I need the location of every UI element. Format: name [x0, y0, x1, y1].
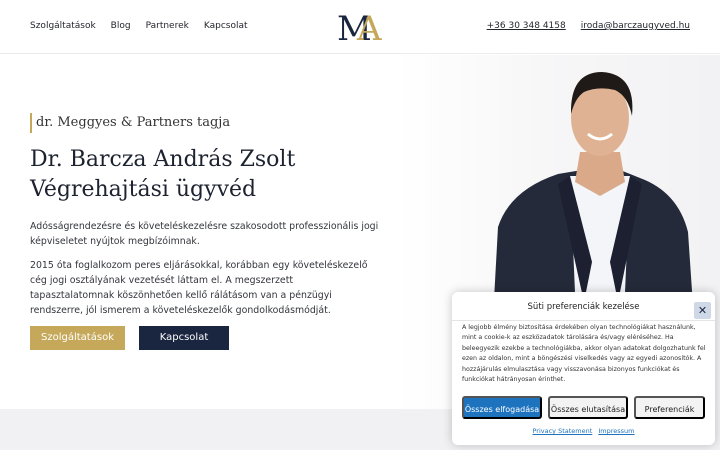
- cookie-dialog: Süti preferenciák kezelése ✕ A legjobb é…: [452, 292, 715, 445]
- nav-item-contact[interactable]: Kapcsolat: [204, 20, 248, 32]
- nav-item-partners[interactable]: Partnerek: [146, 20, 189, 32]
- hero-title: Dr. Barcza András Zsolt Végrehajtási ügy…: [30, 145, 295, 205]
- accept-all-button[interactable]: Összes elfogadása: [462, 396, 542, 419]
- site-logo[interactable]: M A: [337, 9, 385, 45]
- impressum-link[interactable]: Impressum: [598, 427, 634, 435]
- hero-tagline: dr. Meggyes & Partners tagja: [30, 113, 230, 133]
- cookie-title: Süti preferenciák kezelése: [527, 302, 640, 312]
- preferences-button[interactable]: Preferenciák: [634, 396, 705, 419]
- phone-link[interactable]: +36 30 348 4158: [487, 20, 566, 32]
- nav-item-blog[interactable]: Blog: [111, 20, 131, 32]
- cookie-description: A legjobb élmény biztosítása érdekében o…: [462, 324, 706, 384]
- site-header: Szolgáltatások Blog Partnerek Kapcsolat …: [0, 0, 720, 54]
- deny-all-button[interactable]: Összes elutasítása: [548, 396, 628, 419]
- email-link[interactable]: iroda@barczaugyved.hu: [581, 20, 690, 32]
- privacy-statement-link[interactable]: Privacy Statement: [532, 427, 592, 435]
- hero-paragraph-1: Adósságrendezésre és követeléskezelésre …: [30, 221, 379, 247]
- hero-paragraph-2: 2015 óta foglalkozom peres eljárásokkal,…: [30, 260, 368, 316]
- logo-letter-a: A: [356, 9, 382, 45]
- hero-title-line2: Végrehajtási ügyvéd: [30, 177, 257, 202]
- cookie-divider: [452, 320, 715, 321]
- contact-button[interactable]: Kapcsolat: [139, 326, 229, 350]
- cookie-links: Privacy Statement Impressum: [452, 427, 715, 435]
- close-icon[interactable]: ✕: [694, 302, 711, 319]
- nav-item-services[interactable]: Szolgáltatások: [30, 20, 96, 32]
- services-button[interactable]: Szolgáltatások: [30, 326, 125, 350]
- hero-title-line1: Dr. Barcza András Zsolt: [30, 147, 296, 172]
- main-nav: Szolgáltatások Blog Partnerek Kapcsolat: [30, 20, 248, 32]
- header-contact: +36 30 348 4158 iroda@barczaugyved.hu: [487, 20, 690, 32]
